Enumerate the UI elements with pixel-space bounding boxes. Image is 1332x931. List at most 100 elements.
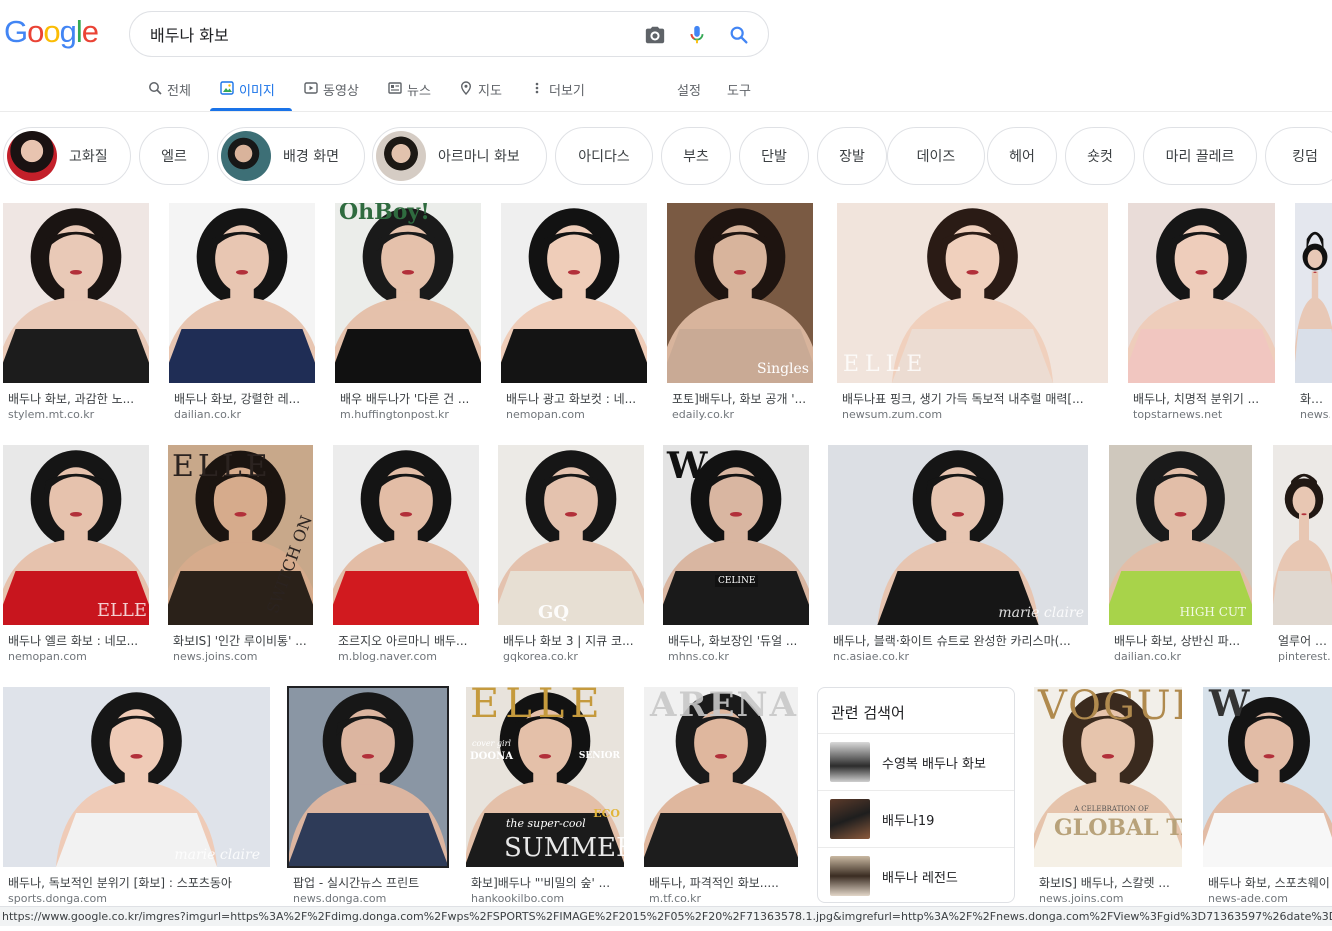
result-caption[interactable]: 배두나, 치명적 분위기 ... xyxy=(1133,390,1270,407)
chip-0[interactable]: 고화질 xyxy=(3,127,131,185)
result-source[interactable]: news.donga.com xyxy=(293,892,443,905)
result-caption[interactable]: 배두나 엘르 화보 : 네모... xyxy=(8,632,144,649)
image-result[interactable]: ELLE 배두나표 핑크, 생기 가득 독보적 내추럴 매력[... newsum.… xyxy=(837,203,1108,423)
result-source[interactable]: dailian.co.kr xyxy=(1114,650,1247,663)
image-result[interactable]: 배두나, 치명적 분위기 ... topstarnews.net xyxy=(1128,203,1275,423)
result-thumbnail[interactable] xyxy=(1128,203,1275,383)
result-caption[interactable]: 배두나표 핑크, 생기 가득 독보적 내추럴 매력[... xyxy=(842,390,1103,407)
image-result[interactable]: ELLE cover girl DOONA SENIOR ECO the super-co… xyxy=(466,687,624,907)
result-caption[interactable]: 포토]배두나, 화보 공개 '... xyxy=(672,390,808,407)
result-thumbnail[interactable]: OhBoy! xyxy=(335,203,481,383)
image-result[interactable]: Singles 포토]배두나, 화보 공개 '... edaily.co.kr xyxy=(667,203,813,423)
image-result[interactable]: VOGUE A CELEBRATION OF GLOBAL TALENT 화보IS] … xyxy=(1034,687,1182,907)
result-thumbnail[interactable]: marie claire xyxy=(3,687,270,867)
result-thumbnail[interactable]: ELLE SWITCH ON xyxy=(168,445,313,625)
search-icon[interactable] xyxy=(728,24,750,46)
tab-4[interactable]: 지도 xyxy=(459,80,502,112)
result-source[interactable]: nemopan.com xyxy=(8,650,144,663)
result-caption[interactable]: 배두나 화보 3 | 지큐 코... xyxy=(503,632,639,649)
result-thumbnail[interactable]: ELLE xyxy=(3,445,149,625)
result-source[interactable]: news.j xyxy=(1300,408,1330,421)
result-caption[interactable]: 배우 배두나가 '다른 건 ... xyxy=(340,390,476,407)
chip-6[interactable]: 단발 xyxy=(739,127,809,185)
image-result[interactable]: ARENA 배두나, 파격적인 화보..... m.tf.co.kr xyxy=(644,687,798,907)
result-source[interactable]: news-ade.com xyxy=(1208,892,1330,905)
result-thumbnail[interactable] xyxy=(1273,445,1332,625)
result-source[interactable]: sports.donga.com xyxy=(8,892,265,905)
result-source[interactable]: m.huffingtonpost.kr xyxy=(340,408,476,421)
result-thumbnail[interactable] xyxy=(501,203,647,383)
result-caption[interactable]: 배두나 광고 화보컷 : 네... xyxy=(506,390,642,407)
result-thumbnail[interactable] xyxy=(333,445,479,625)
result-source[interactable]: news.joins.com xyxy=(1039,892,1177,905)
result-source[interactable]: topstarnews.net xyxy=(1133,408,1270,421)
related-search-item[interactable]: 배두나 레전드 xyxy=(818,847,1014,902)
image-result[interactable]: 조르지오 아르마니 배두... m.blog.naver.com xyxy=(333,445,479,665)
image-result[interactable]: W CELINE 배두나, 화보장인 '듀얼 ... mhns.co.kr xyxy=(663,445,809,665)
result-thumbnail[interactable] xyxy=(1295,203,1332,383)
related-search-item[interactable]: 배두나19 xyxy=(818,790,1014,847)
image-result[interactable]: 배두나 화보, 강렬한 레... dailian.co.kr xyxy=(169,203,315,423)
result-caption[interactable]: 배두나, 블랙·화이트 슈트로 완성한 카리스마(... xyxy=(833,632,1083,649)
result-source[interactable]: stylem.mt.co.kr xyxy=(8,408,144,421)
result-thumbnail[interactable]: Singles xyxy=(667,203,813,383)
image-result[interactable]: W 배두나 화보, 스포츠웨이 news-ade.com xyxy=(1203,687,1332,907)
result-caption[interactable]: 배두나, 독보적인 분위기 [화보] : 스포츠동아 xyxy=(8,874,265,891)
result-thumbnail[interactable] xyxy=(169,203,315,383)
image-result[interactable]: ELLE 배두나 엘르 화보 : 네모... nemopan.com xyxy=(3,445,149,665)
result-source[interactable]: dailian.co.kr xyxy=(174,408,310,421)
result-thumbnail[interactable]: ELLE cover girl DOONA SENIOR ECO the super-co… xyxy=(466,687,624,867)
chip-2[interactable]: 배경 화면 xyxy=(217,127,365,185)
result-caption[interactable]: 얼루어 #배 xyxy=(1278,632,1330,649)
chip-3[interactable]: 아르마니 화보 xyxy=(372,127,547,185)
mic-icon[interactable] xyxy=(686,24,708,46)
google-logo[interactable]: Google xyxy=(4,14,99,50)
image-result[interactable]: 배두나 광고 화보컷 : 네... nemopan.com xyxy=(501,203,647,423)
result-source[interactable]: mhns.co.kr xyxy=(668,650,804,663)
result-source[interactable]: newsum.zum.com xyxy=(842,408,1103,421)
result-source[interactable]: m.tf.co.kr xyxy=(649,892,793,905)
result-thumbnail[interactable]: ARENA xyxy=(644,687,798,867)
result-caption[interactable]: 팝업 - 실시간뉴스 프린트 xyxy=(293,874,443,891)
chip-10[interactable]: 숏컷 xyxy=(1065,127,1135,185)
result-thumbnail[interactable]: W CELINE xyxy=(663,445,809,625)
chip-12[interactable]: 킹덤 xyxy=(1265,127,1332,185)
result-source[interactable]: gqkorea.co.kr xyxy=(503,650,639,663)
result-source[interactable]: news.joins.com xyxy=(173,650,308,663)
result-thumbnail[interactable]: marie claire xyxy=(828,445,1088,625)
result-source[interactable]: edaily.co.kr xyxy=(672,408,808,421)
settings-link[interactable]: 설정 xyxy=(677,80,701,112)
result-thumbnail[interactable]: VOGUE A CELEBRATION OF GLOBAL TALENT xyxy=(1034,687,1182,867)
chip-9[interactable]: 헤어 xyxy=(987,127,1057,185)
camera-icon[interactable] xyxy=(644,24,666,46)
tab-1[interactable]: 이미지 xyxy=(220,80,275,112)
image-result[interactable]: ELLE SWITCH ON 화보IS] '인간 루이비통' ... news.joi… xyxy=(168,445,313,665)
chip-7[interactable]: 장발 xyxy=(817,127,887,185)
image-result[interactable]: OhBoy! 배우 배두나가 '다른 건 ... m.huffingtonpost.… xyxy=(335,203,481,423)
tools-link[interactable]: 도구 xyxy=(727,80,751,112)
result-source[interactable]: hankookilbo.com xyxy=(471,892,619,905)
tab-3[interactable]: 뉴스 xyxy=(388,80,431,112)
result-caption[interactable]: 배두나 화보, 강렬한 레... xyxy=(174,390,310,407)
result-caption[interactable]: 조르지오 아르마니 배두... xyxy=(338,632,474,649)
result-source[interactable]: pinterest.c xyxy=(1278,650,1330,663)
result-source[interactable]: nemopan.com xyxy=(506,408,642,421)
image-result[interactable]: 얼루어 #배pinterest.c xyxy=(1273,445,1332,665)
result-caption[interactable]: 배두나 화보, 과감한 노... xyxy=(8,390,144,407)
image-result[interactable]: 팝업 - 실시간뉴스 프린트 news.donga.com xyxy=(287,686,449,907)
chip-4[interactable]: 아디다스 xyxy=(555,127,653,185)
image-result[interactable]: marie claire 배두나, 독보적인 분위기 [화보] : 스포츠동아 sp… xyxy=(3,687,270,907)
result-thumbnail[interactable] xyxy=(3,203,149,383)
image-result[interactable]: 화보ISnews.j xyxy=(1295,203,1332,423)
result-thumbnail[interactable]: GQ xyxy=(498,445,644,625)
image-result[interactable]: 배두나 화보, 과감한 노... stylem.mt.co.kr xyxy=(3,203,149,423)
chip-8[interactable]: 데이즈 xyxy=(887,127,985,185)
result-caption[interactable]: 화보IS] 배두나, 스칼렛 ... xyxy=(1039,874,1177,891)
chip-5[interactable]: 부츠 xyxy=(661,127,731,185)
image-result[interactable]: HIGH CUT 배두나 화보, 상반신 파... dailian.co.kr xyxy=(1109,445,1252,665)
tab-5[interactable]: 더보기 xyxy=(530,80,585,112)
image-result[interactable]: GQ 배두나 화보 3 | 지큐 코... gqkorea.co.kr xyxy=(498,445,644,665)
result-caption[interactable]: 화보IS xyxy=(1300,390,1330,407)
result-caption[interactable]: 화보]배두나 "'비밀의 숲' ... xyxy=(471,874,619,891)
result-thumbnail[interactable]: W xyxy=(1203,687,1332,867)
